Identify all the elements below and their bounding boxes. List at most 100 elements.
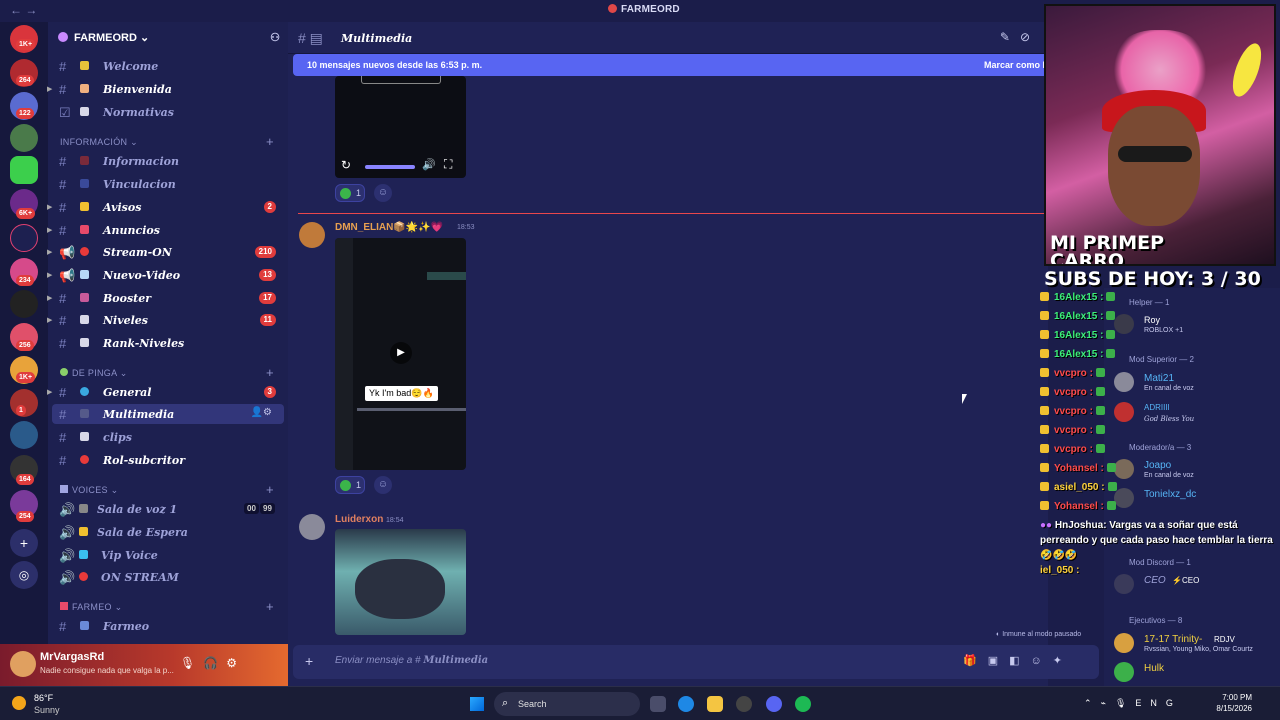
channel-bienvenida[interactable]: ▶ # Bienvenida (47, 79, 288, 99)
file-explorer-icon[interactable] (707, 696, 723, 712)
mark-read-button[interactable]: Marcar como l (984, 60, 1045, 70)
play-icon[interactable]: ▶ (390, 342, 412, 364)
apps-icon[interactable]: ✦ (1053, 655, 1073, 667)
chat-area: # ▤ Multimedia ✎⊘ 10 mensajes nuevos des… (288, 22, 1099, 686)
edge-icon[interactable] (678, 696, 694, 712)
search-icon: ⌕ (502, 697, 509, 709)
volume-icon[interactable]: 🔊 (422, 158, 436, 171)
mute-icon[interactable]: ⊘ (1020, 30, 1040, 44)
gift-icon[interactable]: 🎁 (963, 655, 988, 667)
voice-channel-vip[interactable]: 🔊 Vip Voice (48, 545, 288, 565)
channel-booster[interactable]: ▶ # Booster 17 (47, 288, 288, 308)
channel-niveles[interactable]: ▶ # Niveles 11 (47, 310, 288, 330)
voice-channel-sala-espera[interactable]: 🔊 Sala de Espera (48, 522, 288, 542)
voice-channel-on-stream[interactable]: 🔊 ON STREAM (48, 567, 288, 587)
channel-rank-niveles[interactable]: # Rank-Niveles (48, 333, 288, 353)
user-avatar[interactable] (10, 651, 36, 677)
channel-informacion[interactable]: # Informacion (48, 151, 288, 171)
category-farmeo[interactable]: FARMEO ⌄ + (60, 599, 274, 614)
new-messages-bar[interactable]: 10 mensajes nuevos desde las 6:53 p. m. … (293, 54, 1048, 76)
task-view-icon[interactable] (650, 696, 666, 712)
window-title-text: FARMEORD (621, 4, 680, 15)
video-attachment[interactable]: ▶ Yk I'm bad😌🔥 (335, 238, 466, 470)
attach-icon[interactable]: + (305, 653, 313, 669)
channel-avisos[interactable]: ▶ # Avisos 2 (47, 197, 288, 217)
chevron-up-icon[interactable]: ⌃ (1084, 698, 1101, 708)
system-tray[interactable]: ⌃⌁🎙ENG (1084, 698, 1182, 709)
header-tools[interactable]: ✎⊘ (1000, 30, 1040, 44)
add-reaction-icon[interactable]: ☺ (374, 184, 392, 202)
author-avatar[interactable] (299, 222, 325, 248)
input-tools[interactable]: 🎁▣◧☺✦ (963, 654, 1073, 667)
member-trinity[interactable]: 17-17 Trinity- RDJV Rvssian, Young Miko, O… (1114, 631, 1278, 657)
sticker-icon[interactable]: ◧ (1009, 655, 1030, 667)
category-voices[interactable]: VOICES ⌄ + (60, 482, 274, 497)
server-icon-kick[interactable] (10, 156, 38, 184)
threads-icon[interactable]: ✎ (1000, 30, 1020, 44)
headphones-icon[interactable]: 🎧 (203, 656, 226, 670)
channel-general[interactable]: ▶ # General 3 (47, 382, 288, 402)
emote-icon (1107, 482, 1117, 491)
hash-icon: # (59, 82, 67, 97)
server-icon-9[interactable] (10, 290, 38, 318)
chat-user: Yohansel : (1054, 501, 1104, 512)
message-author[interactable]: Luiderxon (335, 514, 383, 525)
discord-icon[interactable] (766, 696, 782, 712)
video-attachment[interactable] (335, 529, 466, 635)
voice-controls[interactable]: 🎙🎧⚙ (180, 656, 245, 670)
moon-badge-icon (1040, 292, 1049, 301)
server-icon-7[interactable] (10, 224, 38, 252)
server-icon-4[interactable] (10, 124, 38, 152)
member-hulk[interactable]: Hulk (1114, 660, 1278, 686)
fullscreen-icon[interactable]: ⛶ (444, 157, 452, 172)
voice-channel-sala-1[interactable]: 🔊 Sala de voz 1 00 99 (48, 499, 288, 519)
channel-multimedia[interactable]: # Multimedia 👤⚙ (52, 404, 284, 424)
nav-arrows[interactable]: ← → (10, 3, 37, 17)
author-avatar[interactable] (299, 514, 325, 540)
clock[interactable]: 7:00 PM 8/15/2026 (1212, 692, 1252, 714)
mic-icon[interactable]: 🎙 (180, 656, 203, 670)
language-indicator[interactable]: ENG (1135, 698, 1182, 708)
network-icon[interactable]: ⌁ (1101, 698, 1115, 708)
reaction-check[interactable]: 1 (335, 184, 365, 202)
channel-settings-icons[interactable]: 👤⚙ (251, 407, 272, 418)
channel-clips[interactable]: # clips (48, 427, 288, 447)
replay-icon[interactable]: ↻ (341, 158, 351, 172)
channel-normativas[interactable]: ☑ Normativas (48, 102, 288, 122)
channel-label: Niveles (103, 314, 148, 327)
emoji-icon[interactable]: ☺ (1031, 655, 1053, 667)
add-channel-icon[interactable]: + (266, 134, 274, 149)
server-icon-13[interactable] (10, 421, 38, 449)
channel-rol-subcritor[interactable]: # Rol-subcritor (48, 450, 288, 470)
add-server-icon[interactable]: + (10, 529, 38, 557)
add-channel-icon[interactable]: + (266, 482, 274, 497)
volume-slider[interactable] (365, 165, 415, 169)
add-reaction-icon[interactable]: ☺ (374, 476, 392, 494)
category-informacion[interactable]: INFORMACIÓN ⌄ + (60, 134, 274, 149)
invite-icon[interactable]: ⚇ (270, 31, 280, 44)
channel-label: Nuevo-Video (103, 269, 181, 282)
gif-icon[interactable]: ▣ (988, 655, 1009, 667)
start-button[interactable] (470, 697, 484, 711)
channel-vinculacion[interactable]: # Vinculacion (48, 174, 288, 194)
channel-anuncios[interactable]: ▶ # Anuncios (47, 220, 288, 240)
channel-farmeo[interactable]: # Farmeo (48, 616, 288, 636)
channel-welcome[interactable]: # Welcome (48, 56, 288, 76)
channel-stream-on[interactable]: ▶ 📢 Stream-ON 210 (47, 242, 288, 262)
server-header[interactable]: FARMEORD ⌄ ⚇ (58, 31, 280, 47)
spotify-icon[interactable] (795, 696, 811, 712)
discover-icon[interactable]: ◎ (10, 561, 38, 589)
video-attachment[interactable]: ↻ 🔊 ⛶ (335, 76, 466, 178)
message-author[interactable]: DMN_ELIAN📦🌟✨💗 (335, 222, 443, 233)
gear-icon[interactable]: ⚙ (226, 656, 245, 670)
category-de-pinga[interactable]: DE PINGA ⌄ + (60, 365, 274, 380)
obs-icon[interactable] (736, 696, 752, 712)
mic-icon[interactable]: 🎙 (1115, 698, 1135, 708)
channel-nuevo-video[interactable]: ▶ 📢 Nuevo-Video 13 (47, 265, 288, 285)
add-channel-icon[interactable]: + (266, 599, 274, 614)
add-channel-icon[interactable]: + (266, 365, 274, 380)
message-input[interactable]: + Enviar mensaje a # Multimedia 🎁▣◧☺✦ (293, 645, 1099, 679)
channel-label: Stream-ON (103, 246, 172, 259)
reaction-check[interactable]: 1 (335, 476, 365, 494)
taskbar-search[interactable]: ⌕ Search (494, 692, 640, 716)
